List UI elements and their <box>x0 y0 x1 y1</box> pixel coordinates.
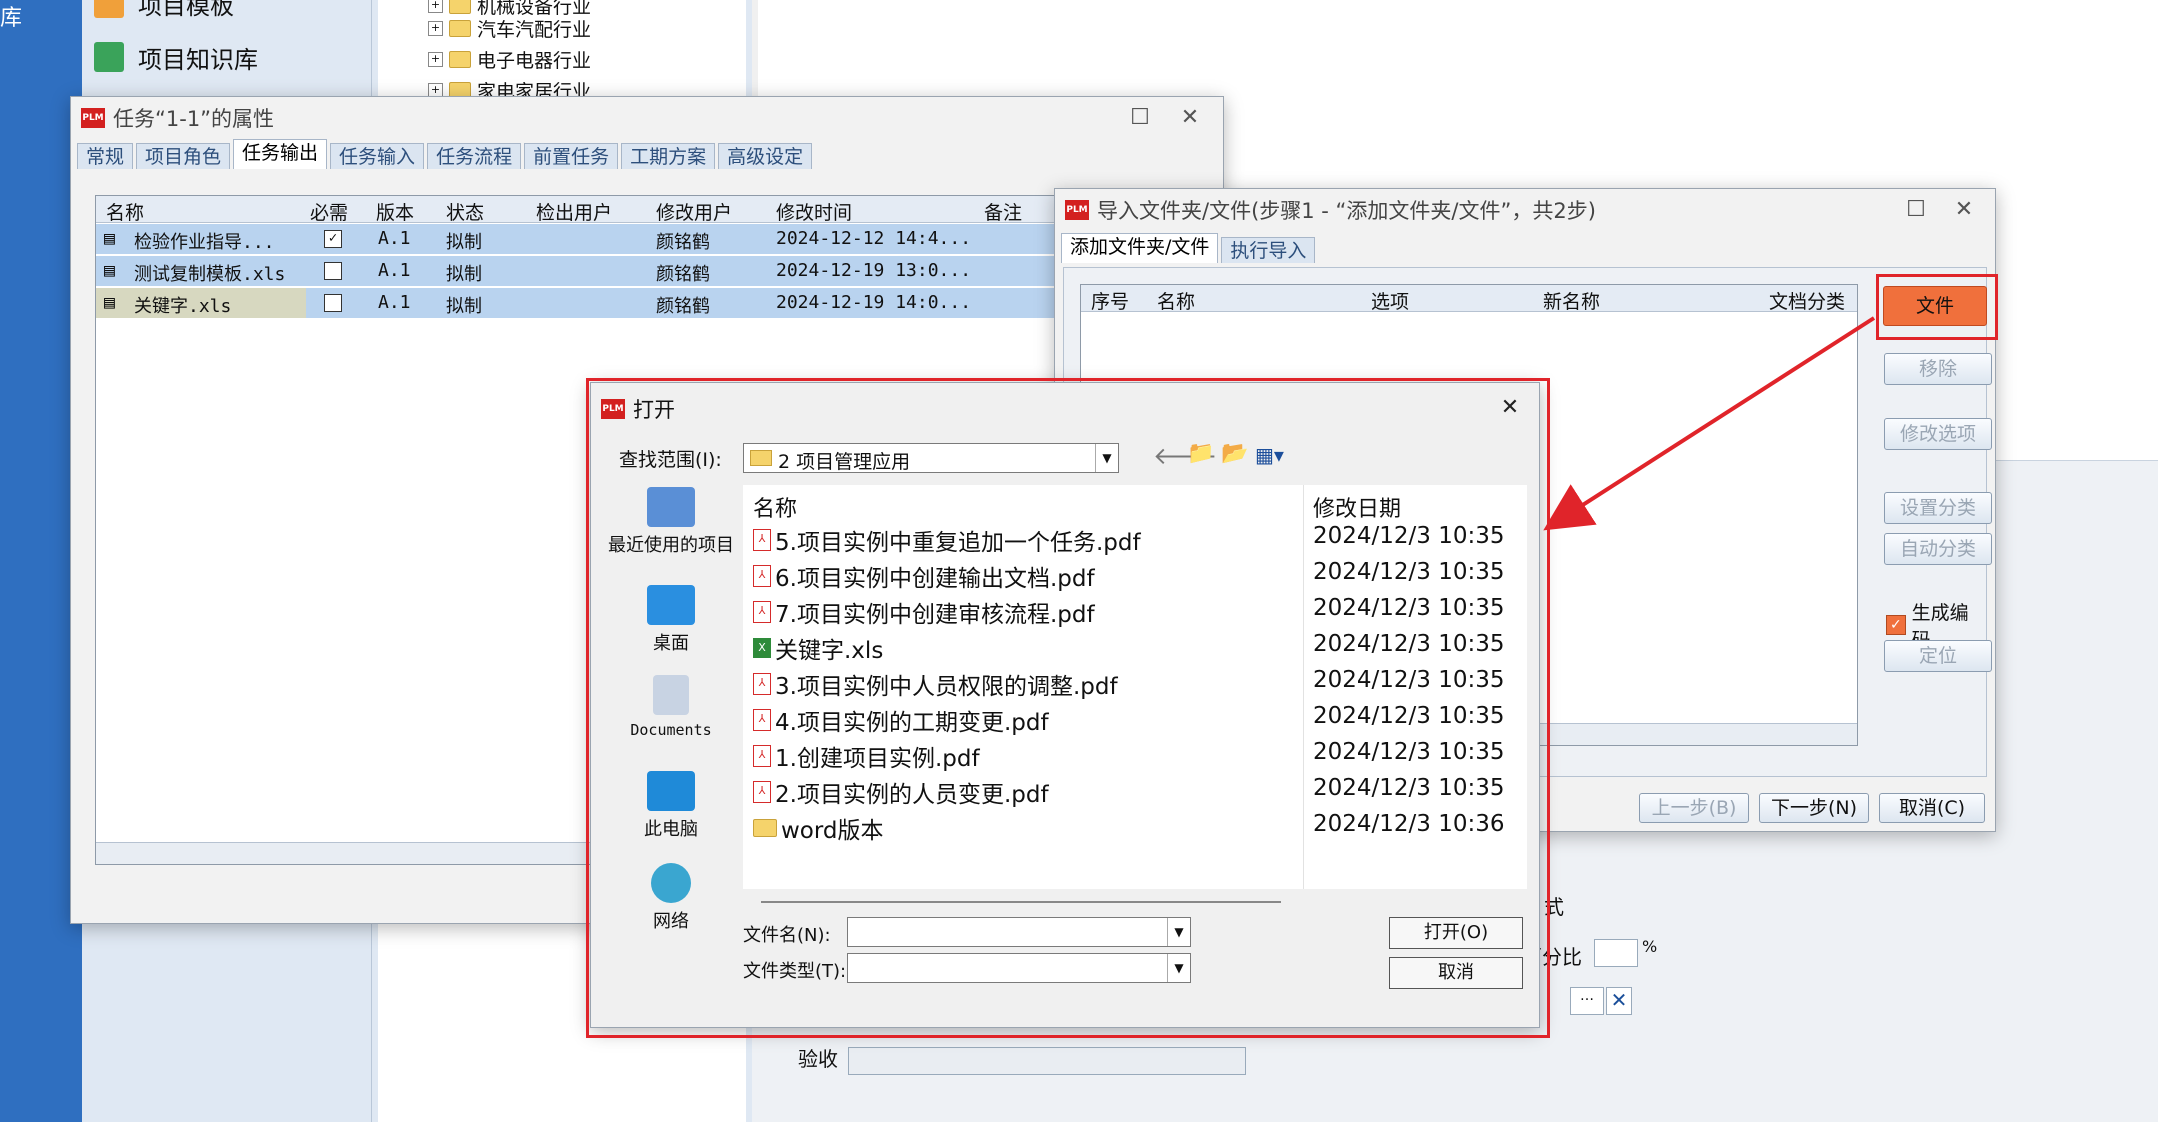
arrow-line <box>1543 316 1876 531</box>
annotation-arrow <box>1543 316 1876 531</box>
